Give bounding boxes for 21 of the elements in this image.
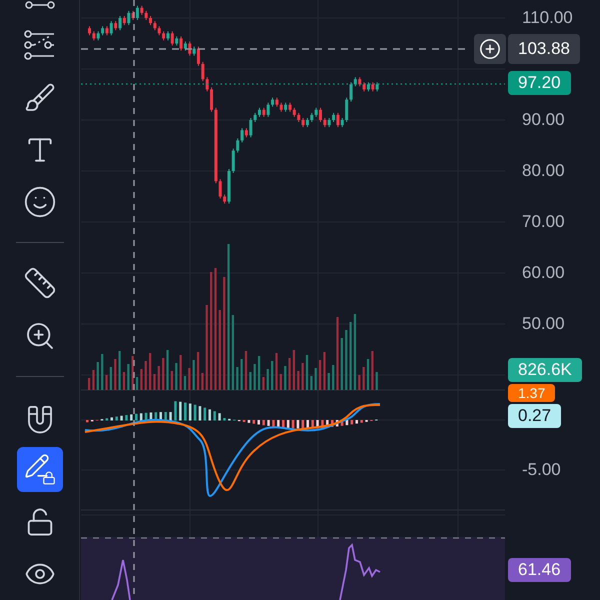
- ruler-icon: [22, 266, 56, 300]
- value-tag: 97.20: [508, 71, 571, 95]
- price-axis-label: 80.00: [522, 161, 565, 181]
- smiley-icon: [22, 185, 56, 220]
- value-tag: 1.37: [508, 384, 556, 402]
- value-tag: 0.27: [508, 404, 562, 428]
- crosshair-price-tag: 103.88: [508, 34, 580, 64]
- price-axis-label: 50.00: [522, 314, 565, 334]
- price-axis-label: 60.00: [522, 263, 565, 283]
- plus-icon: [479, 38, 501, 60]
- pencil-lock-icon: [24, 453, 56, 486]
- price-axis-label: 70.00: [522, 212, 565, 232]
- price-axis-label: 110.00: [522, 8, 573, 28]
- value-tag: 61.46: [508, 558, 571, 582]
- pattern-tool-icon: [24, 30, 56, 60]
- price-axis-label: -5.00: [522, 460, 561, 480]
- brush-icon: [24, 82, 56, 114]
- value-tag: 826.6K: [508, 358, 582, 382]
- toolbar-button[interactable]: [16, 447, 62, 492]
- price-axis-label: 90.00: [522, 110, 565, 130]
- add-alert-button[interactable]: [474, 34, 506, 64]
